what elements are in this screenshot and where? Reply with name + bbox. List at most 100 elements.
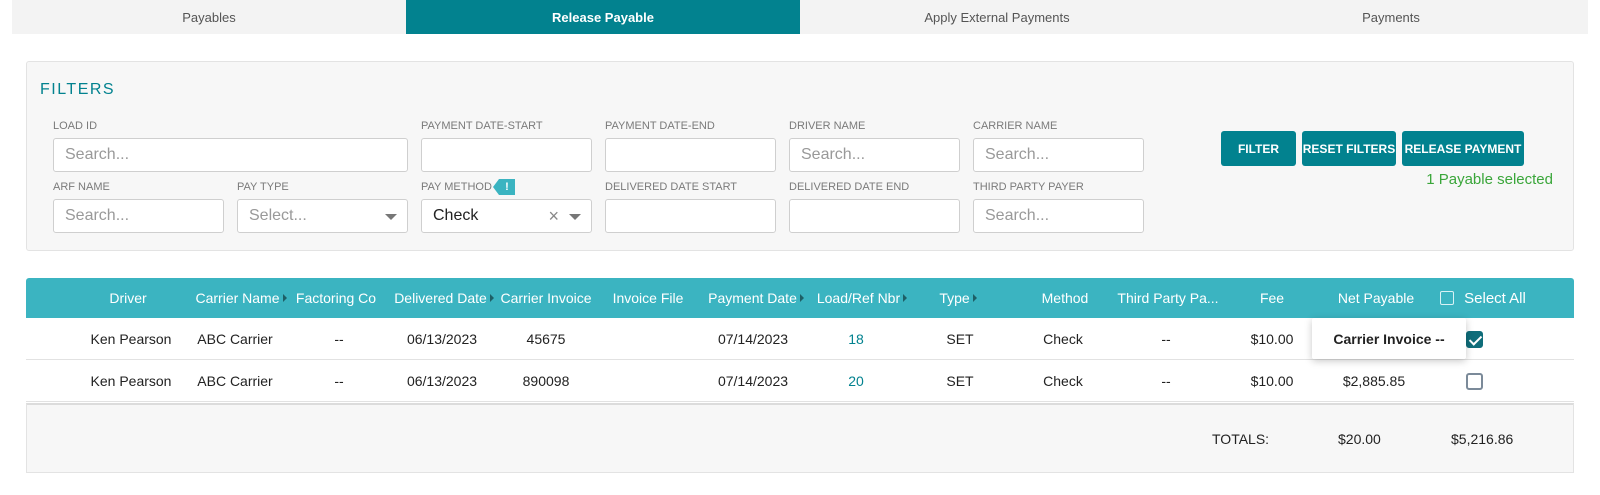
select-all-checkbox[interactable] [1440,291,1455,305]
clear-icon[interactable]: × [548,206,559,227]
load-ref-link[interactable]: 18 [826,318,886,360]
totals-net: $5,216.86 [1451,431,1514,447]
delivered-date-end-filter: DELIVERED DATE END [789,180,960,233]
pay-method-label: PAY METHOD [421,181,492,193]
col-carrier-invoice[interactable]: Carrier Invoice [496,278,596,318]
chevron-down-icon[interactable] [385,214,397,220]
row-checkbox[interactable] [1465,330,1483,348]
col-carrier-name-label: Carrier Name [195,290,280,306]
sort-icon [903,294,908,302]
col-invoice-file[interactable]: Invoice File [606,278,690,318]
cell-invoice: 890098 [522,373,570,389]
cell-method: Check [1043,373,1083,389]
arf-name-filter: ARF NAME Search... [53,180,224,233]
load-id-filter: LOAD ID Search... [53,119,408,172]
cell-fee: $10.00 [1250,331,1294,347]
pay-method-label-row: PAY METHOD ! [421,179,592,195]
cell-type: SET [946,331,974,347]
col-payment-date[interactable]: Payment Date [706,278,806,318]
pay-method-select[interactable]: Check × [421,199,592,233]
pay-type-label: PAY TYPE [237,181,289,193]
cell-carrier: ABC Carrier [197,331,273,347]
col-third-party[interactable]: Third Party Pa... [1116,278,1220,318]
cell-invoice-file [606,360,690,402]
col-net-payable[interactable]: Net Payable [1330,278,1422,318]
tab-apply-external-payments[interactable]: Apply External Payments [800,0,1194,34]
selected-count-text: 1 Payable selected [1426,171,1553,188]
cell-carrier: ABC Carrier [197,373,273,389]
tab-bar: Payables Release Payable Apply External … [12,0,1588,34]
load-ref-link[interactable]: 20 [826,360,886,402]
cell-third-party: -- [1161,373,1171,389]
carrier-name-label: CARRIER NAME [973,120,1058,132]
col-delivered-date[interactable]: Delivered Date [390,278,498,318]
filters-panel: FILTERS LOAD ID Search... PAYMENT DATE-S… [26,61,1574,251]
payment-date-start-input[interactable] [421,138,592,172]
pay-type-placeholder: Select... [249,207,307,224]
driver-name-label: DRIVER NAME [789,120,866,132]
cell-third-party: -- [1161,331,1171,347]
load-id-input[interactable]: Search... [53,138,408,172]
carrier-invoice-tooltip: Carrier Invoice -- [1312,318,1466,359]
delivered-date-start-filter: DELIVERED DATE START [605,180,776,233]
table-row[interactable]: Ken Pearson ABC Carrier -- 06/13/2023 89… [26,360,1574,402]
cell-method: Check [1043,331,1083,347]
col-type[interactable]: Type [930,278,986,318]
col-carrier-name[interactable]: Carrier Name [186,278,296,318]
payment-date-start-filter: PAYMENT DATE-START [421,119,592,172]
tab-release-payable[interactable]: Release Payable [406,0,800,34]
cell-invoice: 45675 [526,331,566,347]
cell-driver: Ken Pearson [90,331,172,347]
cell-net: $2,885.85 [1342,373,1406,389]
select-all[interactable]: Select All [1438,278,1528,318]
cell-type: SET [946,373,974,389]
pay-type-filter: PAY TYPE Select... [237,180,408,233]
totals-label: TOTALS: [1212,431,1270,447]
payment-date-end-input[interactable] [605,138,776,172]
col-driver[interactable]: Driver [88,278,168,318]
reset-filters-button[interactable]: RESET FILTERS [1302,131,1396,166]
col-method[interactable]: Method [1030,278,1100,318]
delivered-date-end-label: DELIVERED DATE END [789,181,910,193]
cell-factoring: -- [334,373,344,389]
col-fee[interactable]: Fee [1242,278,1302,318]
cell-fee: $10.00 [1250,373,1294,389]
table-header: Driver Carrier Name Factoring Co Deliver… [26,278,1574,318]
pay-method-value: Check [433,207,479,224]
tab-payables[interactable]: Payables [12,0,406,34]
arf-name-label: ARF NAME [53,181,110,193]
totals-fee: $20.00 [1338,431,1381,447]
chevron-down-icon[interactable] [569,214,581,220]
delivered-date-start-label: DELIVERED DATE START [605,181,738,193]
pay-type-select[interactable]: Select... [237,199,408,233]
driver-name-input[interactable]: Search... [789,138,960,172]
col-factoring-co[interactable]: Factoring Co [294,278,378,318]
cell-delivered: 06/13/2023 [406,373,478,389]
sort-icon [282,294,287,302]
sort-icon [489,294,494,302]
cell-payment-date: 07/14/2023 [717,373,789,389]
filter-button[interactable]: FILTER [1221,131,1296,166]
cell-delivered: 06/13/2023 [406,331,478,347]
arf-name-input[interactable]: Search... [53,199,224,233]
release-payment-button[interactable]: RELEASE PAYMENT [1402,131,1524,166]
cell-factoring: -- [334,331,344,347]
third-party-payer-label: THIRD PARTY PAYER [973,181,1084,193]
totals-row: TOTALS: $20.00 $5,216.86 [26,403,1574,473]
third-party-payer-input[interactable]: Search... [973,199,1144,233]
carrier-name-filter: CARRIER NAME Search... [973,119,1144,172]
col-load-ref[interactable]: Load/Ref Nbr [812,278,912,318]
delivered-date-end-input[interactable] [789,199,960,233]
third-party-payer-filter: THIRD PARTY PAYER Search... [973,180,1144,233]
pay-method-filter: PAY METHOD ! Check × [421,179,592,233]
row-select [1462,360,1486,402]
filters-title: FILTERS [40,81,116,98]
select-all-label: Select All [1464,289,1526,307]
row-checkbox[interactable] [1465,372,1483,390]
carrier-name-input[interactable]: Search... [973,138,1144,172]
col-delivered-date-label: Delivered Date [394,290,487,306]
alert-badge-icon: ! [492,179,515,195]
delivered-date-start-input[interactable] [605,199,776,233]
load-id-label: LOAD ID [53,120,98,132]
tab-payments[interactable]: Payments [1194,0,1588,34]
